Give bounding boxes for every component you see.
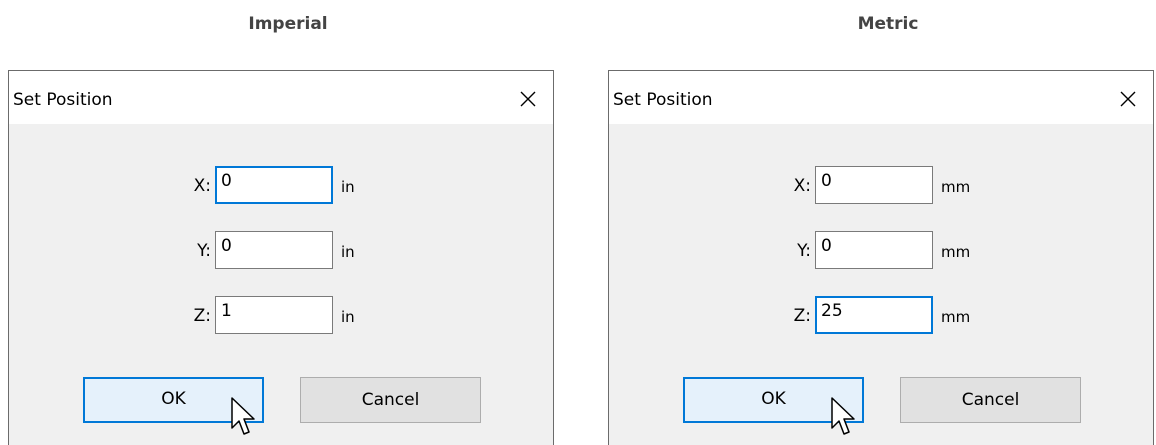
z-unit: mm	[941, 308, 971, 326]
dialog-title: Set Position	[13, 90, 113, 110]
y-label: Y:	[797, 241, 811, 261]
z-label: Z:	[193, 306, 211, 326]
y-unit: in	[341, 243, 355, 261]
z-label: Z:	[793, 306, 811, 326]
title-bar[interactable]: Set Position	[609, 71, 1153, 124]
dialog-title: Set Position	[613, 90, 713, 110]
mouse-pointer-icon	[231, 397, 255, 435]
close-button[interactable]	[503, 71, 553, 124]
z-field[interactable]: 25	[815, 296, 933, 334]
set-position-dialog-imperial: Set Position X: 0 in Y: 0 in Z: 1 in OK …	[8, 70, 554, 445]
x-label: X:	[793, 176, 811, 196]
y-label: Y:	[197, 241, 211, 261]
x-field[interactable]: 0	[815, 166, 933, 204]
heading-metric: Metric	[857, 14, 919, 34]
x-unit: mm	[941, 178, 971, 196]
z-field[interactable]: 1	[215, 296, 333, 334]
close-button[interactable]	[1103, 71, 1153, 124]
y-field[interactable]: 0	[815, 231, 933, 269]
x-unit: in	[341, 178, 355, 196]
set-position-dialog-metric: Set Position X: 0 mm Y: 0 mm Z: 25 mm OK…	[608, 70, 1154, 445]
close-icon	[1120, 91, 1136, 107]
title-bar[interactable]: Set Position	[9, 71, 553, 124]
mouse-pointer-icon	[831, 397, 855, 435]
cancel-button[interactable]: Cancel	[300, 377, 481, 423]
z-unit: in	[341, 308, 355, 326]
x-label: X:	[193, 176, 211, 196]
y-unit: mm	[941, 243, 971, 261]
heading-imperial: Imperial	[248, 14, 328, 34]
y-field[interactable]: 0	[215, 231, 333, 269]
cancel-button[interactable]: Cancel	[900, 377, 1081, 423]
close-icon	[520, 91, 536, 107]
x-field[interactable]: 0	[215, 166, 333, 204]
